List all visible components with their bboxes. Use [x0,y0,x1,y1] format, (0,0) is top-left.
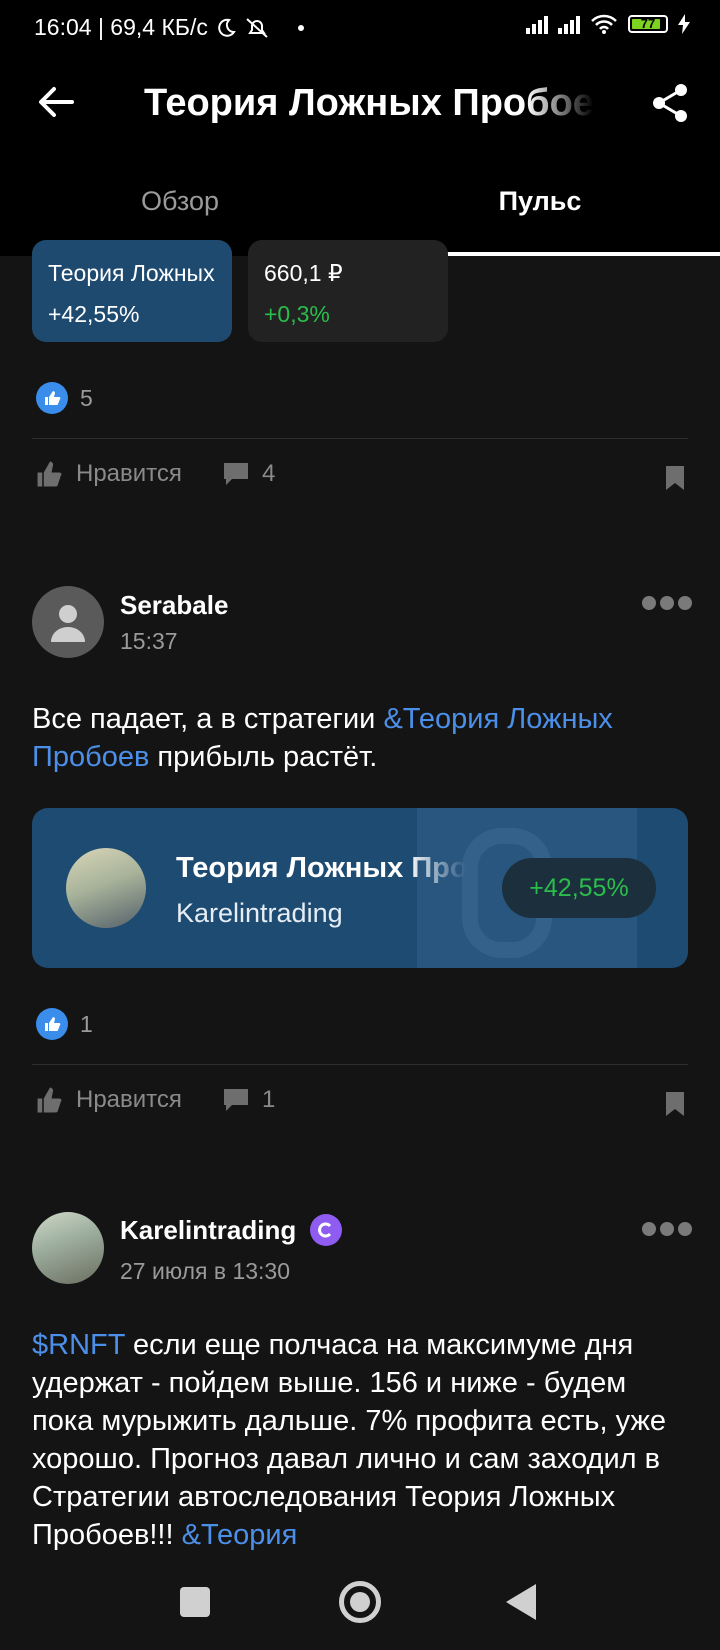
wifi-icon [591,14,617,34]
thumbs-up-badge-icon [36,382,68,414]
page-title: Теория Ложных Пробоев [144,82,594,124]
comments-button[interactable]: 1 [222,1086,275,1114]
comments-count: 4 [262,460,276,487]
divider [32,438,688,439]
like-button[interactable]: Нравится [36,1086,182,1114]
post-author[interactable]: Karelintrading [120,1214,343,1246]
status-bar: 16:04 | 69,4 КБ/с 77 [0,0,720,56]
likes-summary[interactable]: 1 [36,1008,93,1040]
charging-icon [678,14,690,34]
strategy-return-badge: +42,55% [502,858,656,918]
notification-dot [297,24,304,31]
comment-icon [224,463,248,485]
divider [32,1064,688,1065]
post-text: Все падает, а в стратегии &Теория Ложных… [32,703,613,773]
app-header: Теория Ложных Пробоев Обзор Пульс [0,56,720,256]
muted-bell-icon [246,17,268,38]
tab-overview[interactable]: Обзор [0,186,360,217]
system-nav-bar [0,1550,720,1650]
bookmark-icon[interactable] [664,1090,686,1118]
avatar[interactable] [32,1212,104,1284]
strategy-author: Karelintrading [176,898,343,928]
mini-card-price: 660,1 ₽ [264,260,343,286]
moon-icon [218,18,236,37]
comment-icon [224,1089,248,1111]
bookmark-icon[interactable] [664,464,686,492]
likes-summary[interactable]: 5 [36,382,93,414]
post-time: 15:37 [120,628,178,654]
back-arrow-icon[interactable] [36,82,76,122]
thumbs-up-icon [37,461,62,487]
strategy-mini-card[interactable]: Теория Ложных Пробоев +42,55% [32,240,232,342]
share-icon[interactable] [650,82,690,124]
post-actions: Нравится 4 [36,460,686,500]
comments-button[interactable]: 4 [222,460,275,488]
thumbs-up-badge-icon [36,1008,68,1040]
signal-icon [526,14,548,34]
tab-pulse[interactable]: Пульс [360,186,720,217]
recent-apps-icon[interactable] [180,1587,210,1617]
thumbs-up-icon [37,1087,62,1113]
more-options-icon[interactable] [642,1222,692,1236]
back-triangle-icon[interactable] [506,1584,536,1620]
like-label: Нравится [76,460,182,487]
mini-card-change: +42,55% [48,301,140,327]
mini-card-change: +0,3% [264,301,330,327]
ticker-mini-card[interactable]: 660,1 ₽ +0,3% [248,240,448,342]
mini-card-name: Теория Ложных Пробоев [48,260,216,286]
likes-count: 1 [80,1010,93,1037]
strategy-card[interactable]: Теория Ложных Пробоев Karelintrading +42… [32,808,688,968]
more-options-icon[interactable] [642,596,692,610]
strategy-title: Теория Ложных Пробоев [176,852,466,884]
post-time: 27 июля в 13:30 [120,1258,290,1284]
comments-count: 1 [262,1086,276,1113]
post-author[interactable]: Serabale [120,590,228,621]
ticker-link[interactable]: $RNFT [32,1329,125,1361]
post-text: $RNFT если еще полчаса на максимуме дня … [32,1329,667,1551]
strategy-link[interactable]: &Теория [182,1519,298,1551]
user-icon [51,605,85,642]
likes-count: 5 [80,384,93,411]
status-time: 16:04 | 69,4 КБ/с [34,14,208,40]
verified-author-icon [310,1214,343,1246]
strategy-avatar [66,848,146,928]
like-button[interactable]: Нравится [36,460,182,488]
avatar-placeholder[interactable] [32,586,104,658]
like-label: Нравится [76,1086,182,1113]
home-icon[interactable] [339,1581,381,1623]
post-actions: Нравится 1 [36,1086,686,1126]
signal-icon-2 [558,14,580,34]
battery-icon: 77 [628,15,668,33]
